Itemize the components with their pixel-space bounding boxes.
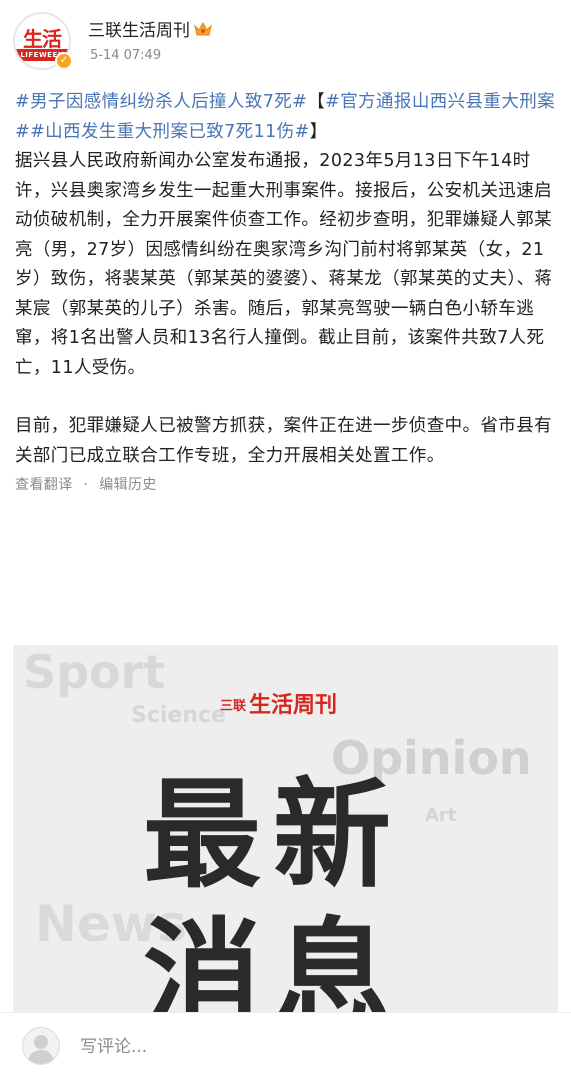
post-hashtags-line: #男子因感情纠纷杀人后撞人致7死#【#官方通报山西兴县重大刑案##山西发生重大刑… <box>15 88 560 147</box>
account-name[interactable]: 三联生活周刊 <box>88 21 190 41</box>
user-avatar[interactable] <box>22 1027 60 1065</box>
bracket-close: 】 <box>309 121 328 142</box>
watermark-text: Science <box>131 703 226 728</box>
hashtag-link[interactable]: #男子因感情纠纷杀人后撞人致7死# <box>15 92 307 112</box>
brand-logo: 三联 生活周刊 <box>220 687 337 719</box>
comment-input[interactable] <box>78 1031 552 1063</box>
brand-logo-text: 生活周刊 <box>249 692 338 718</box>
watermark-text: Sport <box>23 645 166 699</box>
translate-link[interactable]: 查看翻译 <box>15 477 73 493</box>
separator-dot: · <box>83 477 89 493</box>
hashtag-link[interactable]: #山西发生重大刑案已致7死11伤# <box>30 122 310 142</box>
bracket-open: 【 <box>307 92 326 112</box>
verified-badge-icon: ✓ <box>55 52 73 70</box>
post-timestamp: 5-14 07:49 <box>90 48 162 63</box>
image-headline: 最新消息 <box>143 765 404 1025</box>
post-content: #男子因感情纠纷杀人后撞人致7死#【#官方通报山西兴县重大刑案##山西发生重大刑… <box>15 88 560 497</box>
post-meta-actions: 查看翻译 · 编辑历史 <box>15 473 560 497</box>
post-paragraph: 据兴县人民政府新闻办公室发布通报，2023年5月13日下午14时许，兴县奥家湾乡… <box>15 151 553 378</box>
edit-history-link[interactable]: 编辑历史 <box>99 477 157 493</box>
brand-mark: 三联 <box>220 699 247 714</box>
post-image[interactable]: Sport Science Opinion Art News 三联 生活周刊 最新… <box>13 645 558 1025</box>
default-avatar-icon <box>27 1035 55 1064</box>
account-name-row[interactable]: 三联生活周刊 <box>88 16 213 41</box>
post-paragraph: 目前，犯罪嫌疑人已被警方抓获，案件正在进一步侦查中。省市县有关部门已成立联合工作… <box>15 416 552 466</box>
post-header: 生活 LIFEWEEK ✓ 三联生活周刊 5-14 07:49 <box>0 0 571 80</box>
comment-bar <box>0 1012 571 1083</box>
avatar-logo: 生活 <box>23 26 62 51</box>
crown-icon <box>194 21 212 36</box>
